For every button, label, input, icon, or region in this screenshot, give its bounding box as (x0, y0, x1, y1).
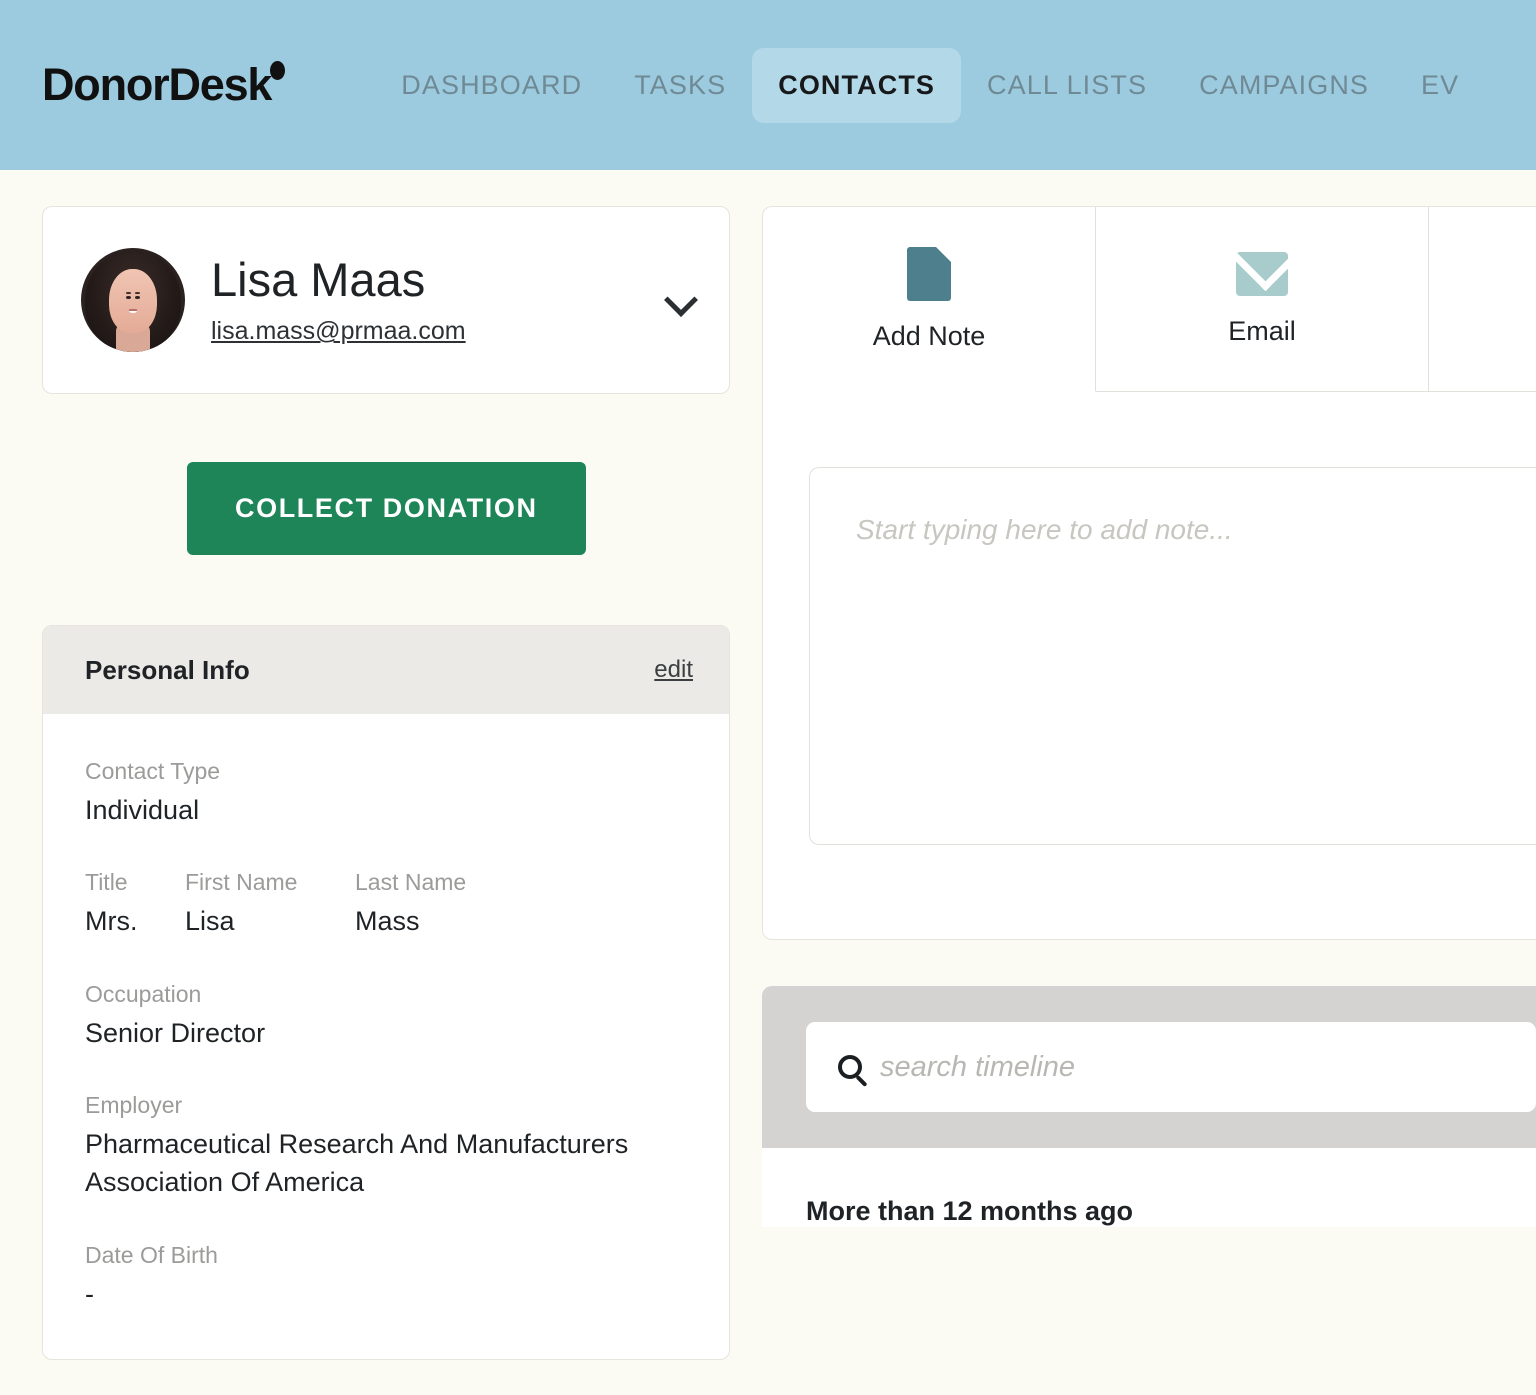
contact-identity: Lisa Maas lisa.mass@prmaa.com (211, 252, 665, 347)
contact-email-link[interactable]: lisa.mass@prmaa.com (211, 317, 466, 346)
nav-item-contacts[interactable]: CONTACTS (752, 47, 962, 123)
note-input[interactable]: Start typing here to add note... (809, 467, 1536, 845)
brand-logo[interactable]: DonorDesk (42, 59, 289, 111)
field-label: Contact Type (85, 758, 221, 784)
field-value: Mrs. (85, 906, 138, 937)
tab-next-partial[interactable] (1429, 207, 1536, 392)
field-date-of-birth: Date Of Birth - (85, 1242, 687, 1313)
activity-card: Add Note Email Start typing here to add … (762, 206, 1536, 940)
field-employer: Employer Pharmaceutical Research And Man… (85, 1092, 687, 1202)
avatar-eye-left (126, 295, 131, 299)
field-contact-type: Contact Type Individual (85, 758, 687, 829)
personal-info-body: Contact Type Individual Title Mrs. First… (43, 714, 729, 1359)
tab-label: Add Note (872, 320, 986, 351)
avatar-brow-right (134, 292, 141, 294)
field-value: Lisa (185, 906, 235, 937)
envelope-icon (1236, 251, 1288, 296)
avatar-face (109, 268, 157, 334)
field-label: Employer (85, 1091, 183, 1118)
personal-info-card: Personal Info edit Contact Type Individu… (42, 625, 730, 1360)
nav-item-dashboard[interactable]: DASHBOARD (375, 48, 608, 123)
timeline-card: search timeline More than 12 months ago (762, 986, 1536, 1227)
nav-item-events[interactable]: EV (1395, 48, 1485, 123)
field-value: Individual (85, 795, 200, 825)
field-label: Occupation (85, 980, 202, 1007)
avatar-mouth (129, 308, 137, 314)
timeline-header: search timeline (762, 986, 1536, 1148)
nav-item-call-lists[interactable]: CALL LISTS (961, 48, 1173, 123)
tab-add-note[interactable]: Add Note (763, 207, 1096, 392)
chevron-down-icon[interactable] (665, 283, 699, 317)
avatar (81, 248, 185, 352)
timeline-search-placeholder: search timeline (880, 1050, 1076, 1083)
main-navigation: DASHBOARD TASKS CONTACTS CALL LISTS CAMP… (375, 47, 1485, 123)
document-icon (907, 246, 951, 301)
contact-sidebar: Lisa Maas lisa.mass@prmaa.com COLLECT DO… (0, 206, 730, 1395)
app-header: DonorDesk DASHBOARD TASKS CONTACTS CALL … (0, 0, 1536, 170)
personal-info-header: Personal Info edit (43, 626, 729, 714)
personal-info-edit-link[interactable]: edit (654, 656, 693, 684)
field-title: Title Mrs. (85, 869, 185, 940)
nav-item-campaigns[interactable]: CAMPAIGNS (1173, 48, 1395, 123)
timeline-search-input[interactable]: search timeline (806, 1022, 1536, 1112)
contact-name: Lisa Maas (211, 252, 426, 306)
nav-item-tasks[interactable]: TASKS (608, 48, 752, 123)
note-placeholder: Start typing here to add note... (856, 514, 1233, 545)
avatar-brow-left (125, 292, 132, 294)
field-value: Senior Director (85, 1017, 266, 1048)
contact-summary-card[interactable]: Lisa Maas lisa.mass@prmaa.com (42, 206, 730, 394)
note-card-footer-space (763, 845, 1536, 939)
field-label: Title (85, 869, 128, 896)
field-value: Pharmaceutical Research And Manufacturer… (85, 1128, 629, 1198)
search-icon (838, 1055, 862, 1079)
activity-tab-bar: Add Note Email (763, 207, 1536, 392)
field-first-name: First Name Lisa (185, 869, 355, 940)
timeline-group-label: More than 12 months ago (806, 1196, 1134, 1226)
personal-info-title: Personal Info (85, 654, 250, 685)
tab-email[interactable]: Email (1096, 207, 1429, 392)
avatar-eye-right (135, 295, 140, 299)
page-body: Lisa Maas lisa.mass@prmaa.com COLLECT DO… (0, 170, 1536, 1395)
field-value: - (85, 1278, 94, 1309)
field-occupation: Occupation Senior Director (85, 981, 687, 1052)
field-value: Mass (355, 906, 420, 937)
tab-label: Email (1228, 315, 1296, 346)
brand-dot-icon (270, 61, 286, 80)
activity-panel: Add Note Email Start typing here to add … (730, 206, 1536, 1227)
collect-donation-button[interactable]: COLLECT DONATION (187, 462, 586, 555)
field-label: First Name (185, 869, 298, 896)
field-label: Date Of Birth (85, 1241, 218, 1268)
field-label: Last Name (355, 869, 467, 896)
field-row-name: Title Mrs. First Name Lisa Last Name Mas… (85, 869, 687, 940)
timeline-body: More than 12 months ago (762, 1148, 1536, 1227)
brand-logo-text: DonorDesk (42, 59, 272, 110)
field-last-name: Last Name Mass (355, 869, 466, 940)
collect-donation-container: COLLECT DONATION (42, 394, 730, 555)
